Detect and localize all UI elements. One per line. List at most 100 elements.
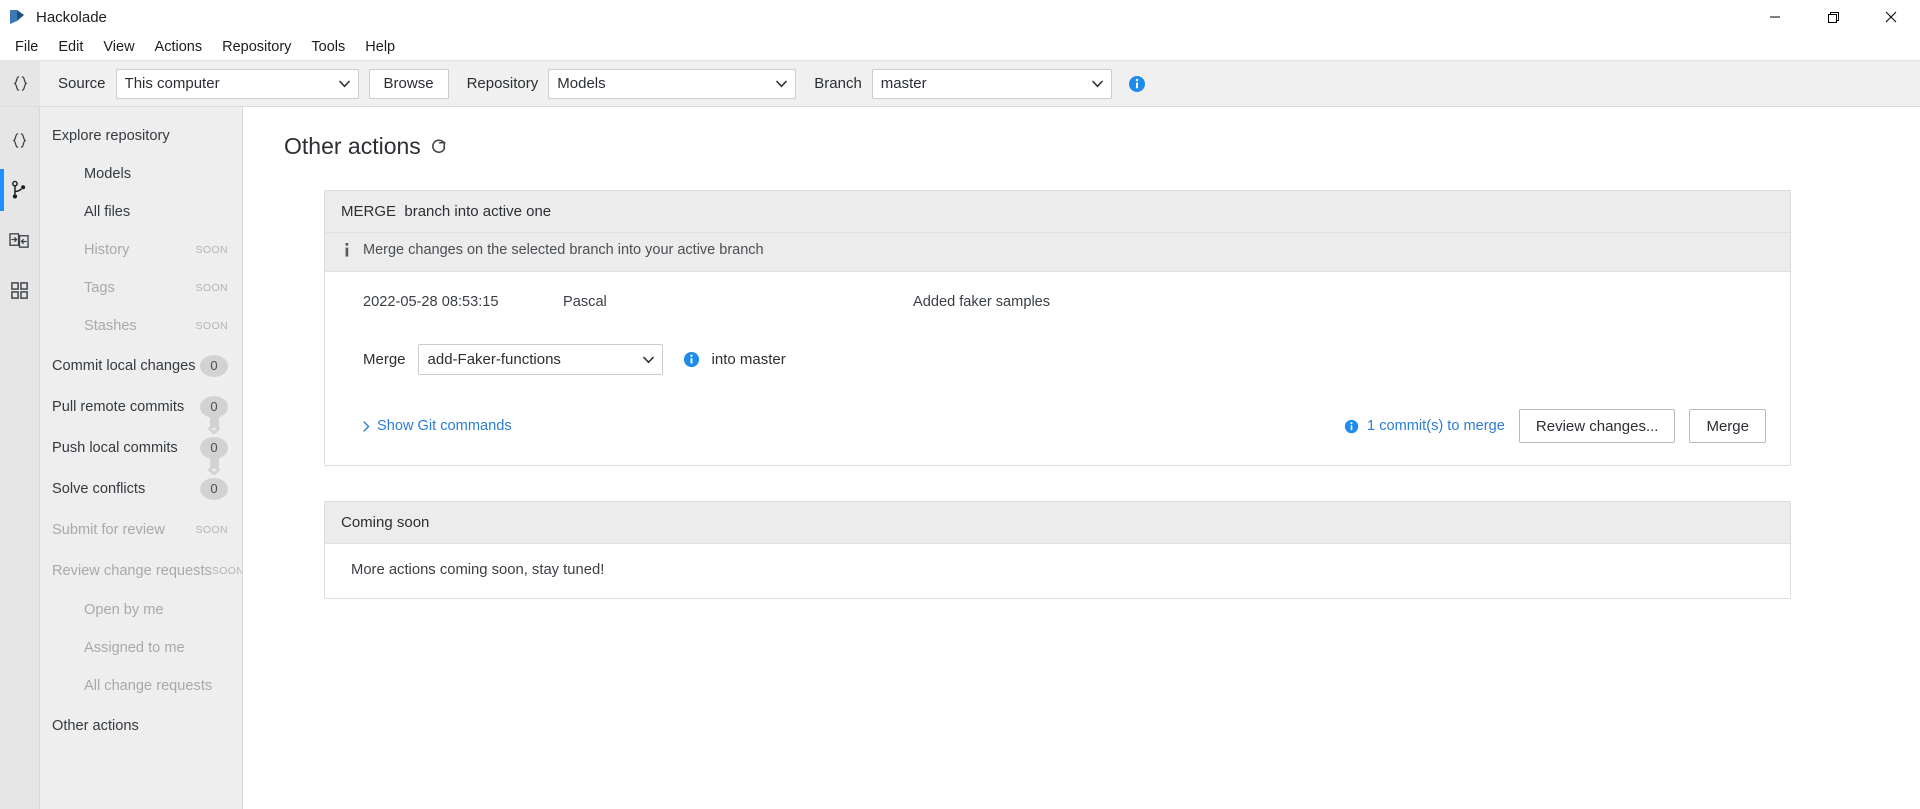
sidebar: Explore repository Models All files Hist… [40, 107, 243, 809]
repository-select-wrap: Models [548, 68, 797, 99]
sidebar-item-label: Submit for review [52, 521, 165, 538]
count-badge: 0 [200, 395, 228, 418]
sidebar-item-explore-repository[interactable]: Explore repository [40, 117, 242, 155]
sidebar-item-label: All change requests [84, 678, 213, 694]
menu-item-help[interactable]: Help [356, 36, 404, 58]
rail-item-git[interactable] [0, 165, 40, 215]
menu-bar: File Edit View Actions Repository Tools … [0, 34, 1920, 60]
commit-author: Pascal [563, 294, 607, 310]
sidebar-item-label: Assigned to me [84, 640, 185, 656]
merge-panel: MERGE branch into active one Merge chang… [324, 190, 1791, 466]
minimize-icon[interactable] [1746, 0, 1804, 34]
branch-select[interactable]: master [871, 68, 1112, 99]
browse-button[interactable]: Browse [368, 68, 449, 99]
soon-badge: SOON [195, 244, 228, 256]
window-controls [1746, 0, 1920, 34]
soon-badge: SOON [195, 282, 228, 294]
import-export-icon [9, 232, 29, 248]
menu-item-view[interactable]: View [94, 36, 143, 58]
source-select-wrap: This computer [115, 68, 359, 99]
menu-item-tools[interactable]: Tools [302, 36, 354, 58]
repository-select[interactable]: Models [548, 68, 797, 99]
count-badge: 0 [200, 436, 228, 459]
sidebar-item-commit-local-changes[interactable]: Commit local changes 0 [40, 345, 242, 386]
merge-button[interactable]: Merge [1689, 409, 1766, 443]
sidebar-item-other-actions[interactable]: Other actions [40, 705, 242, 746]
title-bar: Hackolade [0, 0, 1920, 34]
sidebar-item-open-by-me: Open by me [40, 591, 242, 629]
rail-item-braces[interactable] [0, 115, 40, 165]
commit-date: 2022-05-28 08:53:15 [363, 294, 499, 310]
merge-panel-title-rest: branch into active one [404, 203, 552, 220]
commits-to-merge-label: 1 commit(s) to merge [1367, 418, 1505, 434]
coming-soon-panel: Coming soon More actions coming soon, st… [324, 501, 1791, 599]
sidebar-item-label: Stashes [84, 318, 137, 334]
merge-branch-select[interactable]: add-Faker-functions [417, 344, 663, 375]
menu-item-edit[interactable]: Edit [49, 36, 92, 58]
soon-badge: SOON [195, 320, 228, 332]
page-title-row: Other actions [284, 133, 1920, 160]
source-label: Source [58, 75, 106, 92]
sidebar-item-review-change-requests: Review change requests SOON [40, 550, 242, 591]
review-changes-button[interactable]: Review changes... [1518, 409, 1676, 443]
sidebar-item-label: Explore repository [52, 128, 170, 144]
toolbar-rail-spacer [0, 61, 40, 106]
merge-label: Merge [363, 351, 406, 368]
soon-badge: SOON [195, 523, 228, 536]
sidebar-item-label: Tags [84, 280, 115, 296]
braces-icon [12, 132, 27, 148]
merge-panel-description: Merge changes on the selected branch int… [363, 242, 764, 258]
sidebar-item-tags: Tags SOON [40, 269, 242, 307]
sidebar-item-label: All files [84, 204, 131, 220]
chevron-right-icon [363, 420, 370, 432]
rail-item-import-export[interactable] [0, 215, 40, 265]
commit-message: Added faker samples [913, 294, 1051, 310]
refresh-icon[interactable] [430, 138, 447, 155]
toolbar: Source This computer Browse Repository M… [0, 60, 1920, 107]
menu-item-repository[interactable]: Repository [213, 36, 300, 58]
sidebar-item-label: Push local commits [52, 439, 178, 456]
sidebar-item-history: History SOON [40, 231, 242, 269]
icon-rail [0, 107, 40, 809]
merge-panel-title-prefix: MERGE [341, 203, 397, 220]
count-badge: 0 [200, 354, 228, 377]
merge-panel-header: MERGE branch into active one [325, 191, 1790, 233]
sidebar-item-label: Pull remote commits [52, 398, 185, 415]
menu-item-file[interactable]: File [6, 36, 47, 58]
main-content: Other actions MERGE branch into active o… [243, 107, 1920, 809]
branch-select-wrap: master [871, 68, 1112, 99]
close-icon[interactable] [1862, 0, 1920, 34]
source-select[interactable]: This computer [115, 68, 359, 99]
page-title: Other actions [284, 133, 421, 159]
app-title: Hackolade [36, 8, 107, 26]
sidebar-item-stashes: Stashes SOON [40, 307, 242, 345]
merge-info-icon[interactable] [683, 351, 700, 368]
coming-soon-header: Coming soon [325, 502, 1790, 544]
sidebar-item-label: Other actions [52, 717, 139, 734]
show-git-commands-label: Show Git commands [377, 418, 512, 434]
commit-row: 2022-05-28 08:53:15 Pascal Added faker s… [325, 272, 1790, 330]
show-git-commands-toggle[interactable]: Show Git commands [363, 418, 512, 434]
coming-soon-body: More actions coming soon, stay tuned! [351, 562, 605, 578]
chevron-down-icon [208, 468, 220, 475]
braces-icon [13, 76, 27, 91]
sidebar-item-all-files[interactable]: All files [40, 193, 242, 231]
info-icon[interactable] [1128, 75, 1146, 93]
sidebar-item-assigned-to-me: Assigned to me [40, 629, 242, 667]
count-badge: 0 [200, 477, 228, 500]
sidebar-item-label: Open by me [84, 602, 164, 618]
sidebar-item-submit-for-review: Submit for review SOON [40, 509, 242, 550]
soon-badge: SOON [211, 564, 243, 577]
restore-icon[interactable] [1804, 0, 1862, 34]
sidebar-item-label: Review change requests [52, 562, 212, 579]
sidebar-item-label: History [84, 242, 130, 258]
info-i-icon [345, 243, 349, 257]
rail-item-grid[interactable] [0, 265, 40, 315]
grid-squares-icon [11, 281, 28, 299]
branch-label: Branch [814, 75, 862, 92]
sidebar-item-all-change-requests: All change requests [40, 667, 242, 705]
merge-panel-description-row: Merge changes on the selected branch int… [325, 233, 1790, 272]
sidebar-item-models[interactable]: Models [40, 155, 242, 193]
menu-item-actions[interactable]: Actions [146, 36, 212, 58]
commits-to-merge-note[interactable]: 1 commit(s) to merge [1344, 418, 1505, 434]
